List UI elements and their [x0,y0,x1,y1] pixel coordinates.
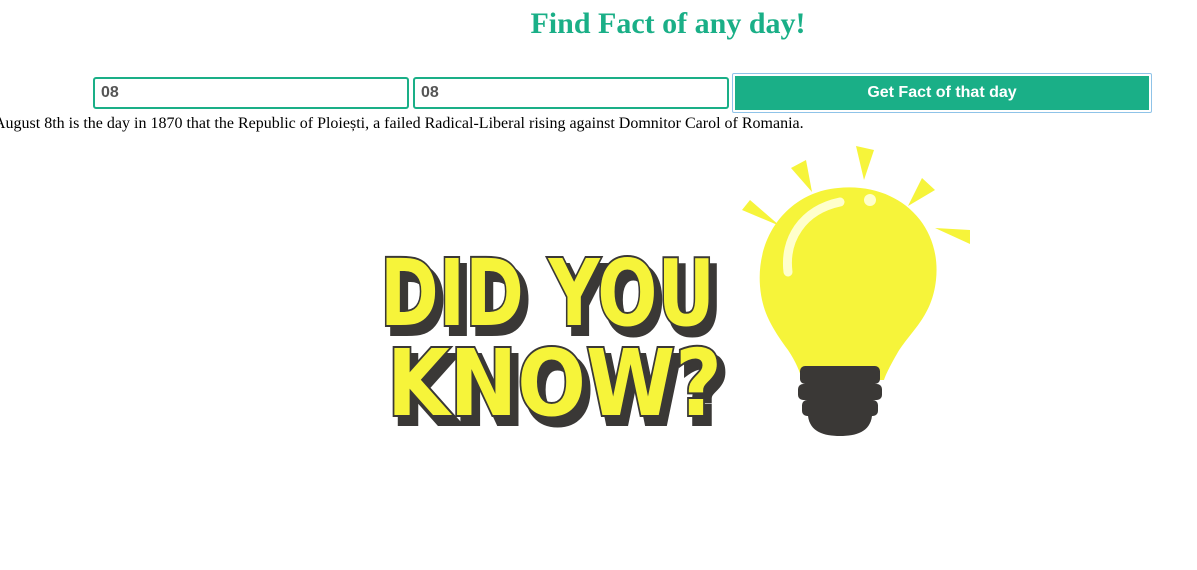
day-input[interactable] [93,77,409,109]
did-you-know-text: DID YOU KNOW? DID YOU KNOW? [378,238,731,448]
know-line: KNOW? [387,330,722,437]
month-input[interactable] [413,77,729,109]
fact-text: August 8th is the day in 1870 that the R… [0,115,804,132]
lightbulb-icon [742,146,970,436]
submit-button-focus-ring: Get Fact of that day [732,73,1152,113]
did-you-know-illustration: DID YOU KNOW? DID YOU KNOW? [378,146,970,448]
page-title: Find Fact of any day! [530,7,806,40]
get-fact-button[interactable]: Get Fact of that day [735,76,1149,110]
